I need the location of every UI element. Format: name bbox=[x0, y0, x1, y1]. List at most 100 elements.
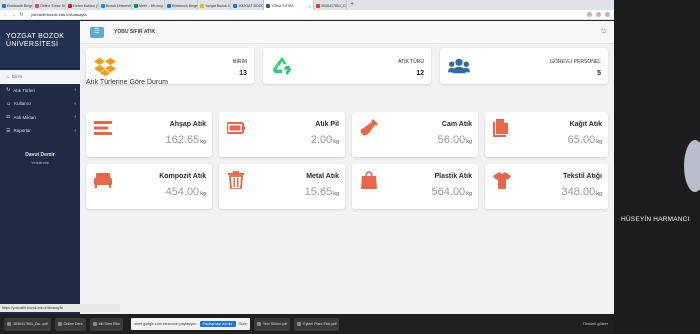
sidebar-menu: ⌂ Birim ↻ Atık Türleri ‹ ☺ Kullanıcı ‹ ⚖ Atık Mik… bbox=[0, 70, 80, 138]
brand[interactable]: YOZGAT BOZOK ÜNİVERSİTESİ bbox=[0, 21, 80, 67]
stat-label: GÖREVLİ PERSONEL bbox=[550, 59, 601, 65]
waste-card[interactable]: Ahşap Atık 162.65kg bbox=[86, 112, 212, 157]
hide-button[interactable]: Gizle bbox=[239, 322, 247, 326]
sidebar-item[interactable]: ☰ Raporlar ‹ bbox=[0, 124, 80, 138]
tab-label: Elektronik Belge Yö... bbox=[7, 4, 33, 8]
waste-name: Kompozit Atık bbox=[159, 173, 206, 180]
section-title: Atık Türlerine Göre Durum bbox=[86, 79, 168, 86]
sidebar-item[interactable]: ⚖ Atık Miktarı ‹ bbox=[0, 111, 80, 125]
home-icon: ⌂ bbox=[6, 73, 10, 80]
stat-label: ATIK TÜRÜ bbox=[398, 59, 424, 65]
browser-tab[interactable]: YOBU SIFIRA × bbox=[264, 0, 314, 10]
waste-amount: 2.00kg bbox=[310, 134, 339, 146]
browser-tab[interactable]: Bozok Üniversitesi× bbox=[99, 0, 132, 10]
taskbar-item[interactable]: Mü Ders Ekle bbox=[89, 317, 124, 331]
browser-tab[interactable]: Gelen Kutusu (1.257)× bbox=[66, 0, 99, 10]
brand-line1: YOZGAT BOZOK bbox=[6, 33, 65, 40]
reload-icon[interactable]: ↻ bbox=[19, 12, 24, 18]
waste-card[interactable]: Plastik Atık 564.00kg bbox=[352, 164, 478, 209]
browser-tab[interactable]: 3030417851_Ders...× bbox=[314, 0, 347, 10]
wood-icon bbox=[94, 121, 112, 135]
back-icon[interactable]: ← bbox=[3, 12, 8, 18]
browser-tab[interactable]: Meet – bfr-wuy...× bbox=[132, 0, 165, 10]
paper-icon bbox=[493, 119, 508, 137]
waste-card[interactable]: Atık Pil 2.00kg bbox=[219, 112, 345, 157]
download-item[interactable]: Yeni Sürüm.pdf bbox=[253, 317, 291, 331]
status-url: https://yobusifir.bozok.edu.tr/Anasayfa bbox=[0, 304, 120, 312]
waste-name: Metal Atık bbox=[306, 173, 339, 180]
sidebar-item[interactable]: ↻ Atık Türleri ‹ bbox=[0, 84, 80, 98]
waste-name: Kağıt Atık bbox=[569, 121, 602, 128]
tab-label: Bozok Üniversitesi bbox=[106, 4, 131, 8]
refresh-icon: ↻ bbox=[6, 87, 11, 94]
stop-sharing-button[interactable]: Paylaşmayı durdur bbox=[199, 321, 236, 327]
tab-favicon-icon bbox=[68, 4, 72, 8]
tab-label: Yozgat Bozok Ünive... bbox=[205, 4, 231, 8]
close-tab-icon[interactable]: × bbox=[309, 4, 311, 9]
browser-tab[interactable]: Elektronik Belge Yö...× bbox=[0, 0, 33, 10]
waste-card[interactable]: Tekstil Atığı 348.00kg bbox=[485, 164, 608, 209]
tab-favicon-icon bbox=[200, 4, 204, 8]
extension-icon[interactable] bbox=[587, 12, 592, 17]
sidebar-item[interactable]: ☺ Kullanıcı ‹ bbox=[0, 97, 80, 111]
waste-amount: 15.65kg bbox=[304, 186, 339, 198]
browser-tab[interactable]: Yozgat Bozok Ünive...× bbox=[198, 0, 231, 10]
profile-avatar[interactable] bbox=[596, 12, 601, 17]
chevron-left-icon: ‹ bbox=[74, 87, 76, 94]
waste-amount: 454.00kg bbox=[165, 186, 206, 198]
taskbar-item[interactable]: Online Ders bbox=[54, 317, 86, 331]
waste-amount: 564.00kg bbox=[431, 186, 472, 198]
forward-icon[interactable]: → bbox=[11, 12, 16, 18]
new-tab-icon[interactable]: + bbox=[347, 0, 357, 10]
pdf-icon bbox=[256, 322, 261, 326]
pdf-icon bbox=[297, 322, 302, 326]
stat-card-atik-turu[interactable]: ATIK TÜRÜ 12 bbox=[263, 48, 431, 84]
notice-text: meet.google.com ekranınızı paylaşıyor. bbox=[134, 322, 197, 326]
sidebar-item-label: Atık Türleri bbox=[13, 87, 35, 93]
brand-line2: ÜNİVERSİTESİ bbox=[6, 41, 59, 48]
show-all-downloads[interactable]: Tümünü göster bbox=[582, 322, 608, 326]
users-icon bbox=[448, 58, 470, 74]
participant-name: HÜSEYİN HARMANCI bbox=[621, 216, 690, 223]
waste-card[interactable]: Cam Atık 56.00kg bbox=[352, 112, 478, 157]
url-input[interactable]: yobusifir.bozok.edu.tr/Anasayfa bbox=[31, 12, 87, 17]
waste-name: Plastik Atık bbox=[434, 173, 472, 180]
screen-share-notice: meet.google.com ekranınızı paylaşıyor. P… bbox=[131, 318, 250, 330]
waste-name: Ahşap Atık bbox=[169, 121, 206, 128]
browser-tab[interactable]: Elektronik Belge Yö...× bbox=[165, 0, 198, 10]
tab-label: YOBU SIFIRA bbox=[271, 4, 294, 8]
tab-favicon-icon bbox=[316, 4, 320, 8]
sidebar-item-label: Kullanıcı bbox=[14, 101, 32, 107]
taskbar: 3030417851_Da...pdf Online Ders Mü Ders … bbox=[0, 314, 614, 334]
user-name: Davut Demir bbox=[25, 151, 55, 158]
browser-tab[interactable]: Online Sınav Sis...× bbox=[33, 0, 66, 10]
browser-tab[interactable]: YOZGAT BOZOK ÜN...× bbox=[231, 0, 264, 10]
video-panel bbox=[614, 0, 700, 334]
download-item[interactable]: Eylem Planı Ekle.pdf bbox=[294, 317, 340, 331]
tab-favicon-icon bbox=[233, 4, 237, 8]
tab-favicon-icon bbox=[101, 4, 105, 8]
screen: Elektronik Belge Yö...×Online Sınav Sis.… bbox=[0, 0, 700, 334]
bag-icon bbox=[361, 171, 377, 189]
tab-label: Elektronik Belge Yö... bbox=[172, 4, 198, 8]
tab-favicon-icon bbox=[134, 4, 138, 8]
sidebar-item[interactable]: ⌂ Birim bbox=[0, 70, 80, 84]
waste-card[interactable]: Metal Atık 15.65kg bbox=[219, 164, 345, 209]
dropbox-icon bbox=[94, 57, 116, 76]
user-role: Yetkilirolle bbox=[31, 159, 49, 165]
report-icon: ☰ bbox=[6, 127, 11, 134]
menu-icon[interactable]: ☰ bbox=[90, 26, 104, 38]
tab-favicon-icon bbox=[167, 4, 171, 8]
trash-icon bbox=[228, 171, 244, 189]
waste-name: Atık Pil bbox=[315, 121, 339, 128]
stat-label: BİRİM bbox=[233, 59, 247, 65]
logout-icon[interactable]: ⎋ bbox=[601, 29, 606, 36]
chevron-left-icon: ‹ bbox=[74, 100, 76, 107]
sofa-icon bbox=[94, 173, 112, 188]
recycle-icon bbox=[272, 56, 292, 76]
stat-card-gorevli-personel[interactable]: GÖREVLİ PERSONEL 5 bbox=[440, 48, 608, 84]
waste-card[interactable]: Kağıt Atık 65.00kg bbox=[485, 112, 608, 157]
waste-card[interactable]: Kompozit Atık 454.00kg bbox=[86, 164, 212, 209]
taskbar-item[interactable]: 3030417851_Da...pdf bbox=[4, 317, 51, 331]
browser-menu-icon[interactable] bbox=[605, 12, 610, 17]
